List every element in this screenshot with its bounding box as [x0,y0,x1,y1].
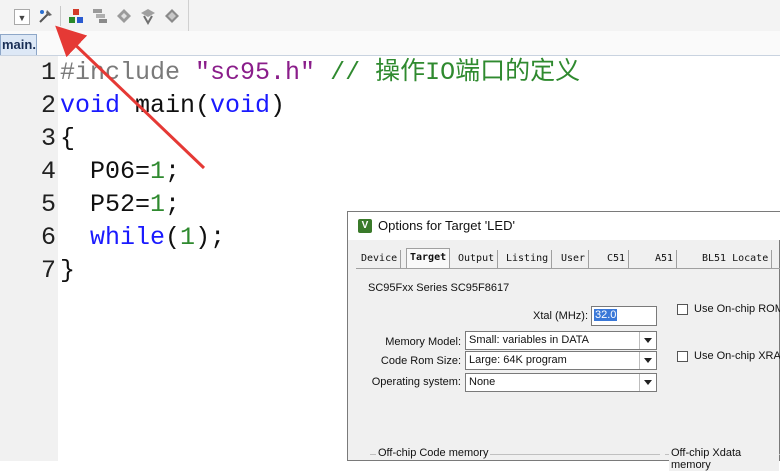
code-token: { [60,124,76,153]
code-token: ( [165,223,181,252]
tab-c51[interactable]: C51 [604,250,630,268]
code-token: ); [195,223,226,252]
offchip-code-label: Off-chip Code memory [376,447,491,459]
code-rom-select[interactable]: Large: 64K program [465,351,657,370]
onchip-xram-label: Use On-chip XRAM [694,350,780,362]
code-text: P52=1; [60,188,180,221]
code-token: } [60,256,76,285]
memory-model-select[interactable]: Small: variables in DATA [465,331,657,350]
code-token: 1 [180,223,196,252]
code-token: main( [120,91,211,120]
memory-model-label: Memory Model: [385,336,461,348]
component-manager-icon[interactable] [66,6,86,26]
line-number: 5 [40,190,56,219]
toolbar-separator [188,0,189,31]
line-number: 7 [40,256,56,285]
tab-a51[interactable]: A51 [652,250,678,268]
code-token: ; [165,157,181,186]
memory-model-value: Small: variables in DATA [469,334,590,346]
dialog-title: Options for Target 'LED' [378,218,515,233]
os-value: None [469,376,496,388]
tab-output[interactable]: Output [455,250,499,268]
manage-icon[interactable] [162,6,182,26]
tab-main-c[interactable]: main.c [0,34,37,55]
dropdown-arrow-icon[interactable]: ▼ [14,9,30,25]
line-number: 6 [40,223,56,252]
tab-bl51-locate[interactable]: BL51 Locate [699,250,773,268]
environment-icon[interactable] [90,6,110,26]
code-token: P06= [60,157,151,186]
onchip-rom-label: Use On-chip ROM [694,303,780,315]
options-dialog: V Options for Target 'LED' Device Target… [347,211,780,471]
uvision-icon: V [358,219,372,233]
line-number: 3 [40,124,56,153]
code-token: ; [165,190,181,219]
offchip-xdata-label: Off-chip Xdata memory [669,447,779,471]
chevron-down-icon[interactable] [639,374,656,391]
code-line[interactable]: 2 void main(void) [0,89,780,122]
line-number: 1 [40,58,56,87]
dialog-title-bar[interactable]: V Options for Target 'LED' [348,212,780,240]
chevron-down-icon[interactable] [639,332,656,349]
file-tab-bar: main.c [0,31,780,56]
line-number: 2 [40,91,56,120]
translate-icon[interactable] [114,6,134,26]
xtal-input[interactable]: 32.0 [591,306,657,326]
code-token: // 操作IO端口的定义 [315,58,581,87]
batch-build-icon[interactable] [138,6,158,26]
tab-label: main.c [2,37,36,52]
code-token: void [210,91,271,120]
os-select[interactable]: None [465,373,657,392]
target-options-icon[interactable] [36,6,56,26]
code-line[interactable]: 4 P06=1; [0,155,780,188]
code-text: P06=1; [60,155,180,188]
onchip-xram-checkbox[interactable] [677,351,688,362]
code-text: void main(void) [60,89,285,122]
tab-listing[interactable]: Listing [503,250,553,268]
code-token: 1 [150,190,166,219]
code-rom-value: Large: 64K program [469,354,567,366]
tab-target[interactable]: Target [406,248,451,269]
code-token: 1 [150,157,166,186]
os-label: Operating system: [371,376,461,388]
toolbar-separator [60,6,61,26]
code-token: #include [60,58,196,87]
toolbar: ▼ [0,0,780,32]
code-text: while(1); [60,221,225,254]
line-number: 4 [40,157,56,186]
code-line[interactable]: 3{ [0,122,780,155]
xtal-value: 32.0 [594,309,618,321]
code-token: void [60,91,121,120]
code-text: } [60,254,75,287]
tab-divider [356,268,780,269]
tab-device[interactable]: Device [358,250,402,268]
code-token: ) [270,91,286,120]
tab-user[interactable]: User [558,250,590,268]
chevron-down-icon[interactable] [639,352,656,369]
code-token: P52= [60,190,151,219]
device-series: SC95Fxx Series SC95F8617 [368,282,510,294]
code-line[interactable]: 1 #include "sc95.h" // 操作IO端口的定义 [0,56,780,89]
code-rom-label: Code Rom Size: [380,355,461,367]
xtal-label: Xtal (MHz): [533,310,588,322]
code-text: #include "sc95.h" // 操作IO端口的定义 [60,56,580,89]
code-text: { [60,122,75,155]
code-token: while [90,223,166,252]
code-token: "sc95.h" [195,58,316,87]
onchip-rom-checkbox[interactable] [677,304,688,315]
